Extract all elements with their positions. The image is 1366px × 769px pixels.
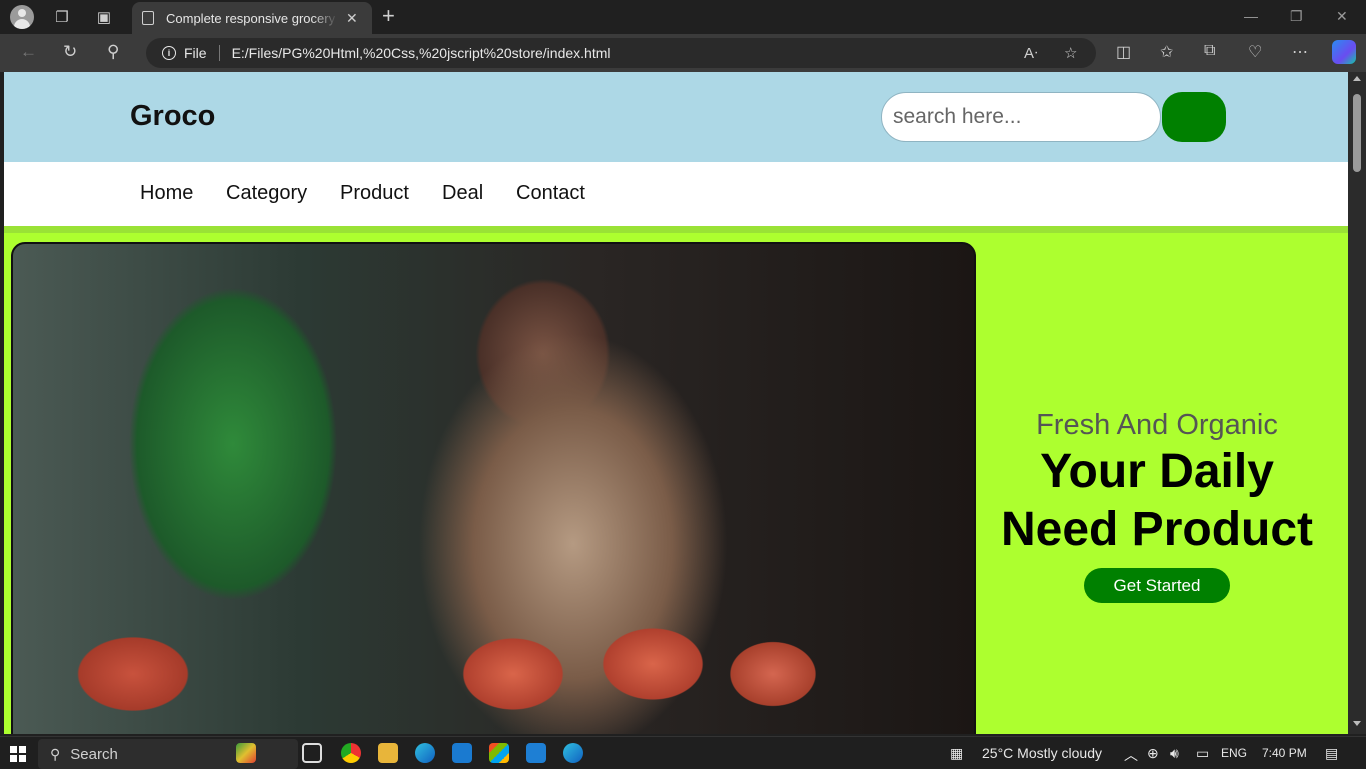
address-scheme-label: File (184, 45, 207, 61)
address-url[interactable]: E:/Files/PG%20Html,%20Css,%20jscript%20s… (232, 45, 611, 61)
favorites-icon[interactable]: ✩ (1160, 42, 1173, 62)
scrollbar-thumb[interactable] (1353, 94, 1361, 172)
page-viewport: Groco Home Category Product Deal Contact… (4, 72, 1348, 734)
edge-icon[interactable] (415, 743, 435, 763)
nav-category[interactable]: Category (226, 182, 307, 205)
taskbar-search-icon: ⚲ (50, 745, 61, 762)
edge-active-icon[interactable] (563, 743, 583, 763)
more-menu-icon[interactable]: ⋯ (1292, 42, 1308, 62)
tab-title: Complete responsive grocery website (166, 10, 338, 26)
search-icon[interactable]: ⚲ (107, 42, 119, 62)
nav-product[interactable]: Product (340, 182, 409, 205)
network-icon[interactable]: ⊕ (1147, 745, 1159, 762)
close-window-icon[interactable]: ✕ (1336, 8, 1348, 25)
weather-icon[interactable]: ▦ (950, 745, 963, 762)
site-logo[interactable]: Groco (130, 100, 215, 133)
hero-subtitle: Fresh And Organic (1036, 409, 1278, 441)
hero-image (11, 242, 976, 734)
task-view-icon[interactable] (302, 743, 322, 763)
close-tab-icon[interactable]: ✕ (346, 10, 358, 27)
vertical-tabs-icon[interactable]: ▣ (93, 6, 115, 28)
show-hidden-icons-icon[interactable]: ︿ (1124, 745, 1138, 765)
page-scrollbar[interactable] (1348, 72, 1366, 734)
browser-tab[interactable]: Complete responsive grocery website ✕ (132, 2, 372, 34)
browser-essentials-icon[interactable]: ♡ (1248, 42, 1262, 62)
get-started-button[interactable]: Get Started (1084, 568, 1230, 603)
scroll-up-icon[interactable] (1353, 76, 1361, 81)
minimize-icon[interactable]: — (1244, 8, 1258, 24)
favorite-star-icon[interactable]: ☆ (1064, 44, 1077, 62)
site-header: Groco (4, 72, 1348, 162)
new-tab-button[interactable]: + (382, 5, 395, 27)
address-bar[interactable]: i File E:/Files/PG%20Html,%20Css,%20jscr… (146, 38, 1096, 68)
mail-icon[interactable] (452, 743, 472, 763)
browser-toolbar: ← ↻ ⚲ i File E:/Files/PG%20Html,%20Css,%… (0, 34, 1366, 72)
main-nav: Home Category Product Deal Contact (4, 162, 1348, 226)
nav-deal[interactable]: Deal (442, 182, 483, 205)
back-icon[interactable]: ← (20, 42, 37, 62)
nav-contact[interactable]: Contact (516, 182, 585, 205)
refresh-icon[interactable]: ↻ (63, 42, 77, 62)
widgets-icon[interactable] (236, 743, 256, 763)
restore-icon[interactable]: ❐ (1290, 8, 1303, 25)
profile-avatar[interactable] (10, 5, 34, 29)
weather-status[interactable]: 25°C Mostly cloudy (982, 745, 1102, 761)
notifications-icon[interactable]: ▤ (1325, 745, 1338, 762)
info-icon[interactable]: i (162, 46, 176, 60)
store-icon[interactable] (489, 743, 509, 763)
taskbar-search-label: Search (70, 745, 118, 763)
nav-home[interactable]: Home (140, 182, 193, 205)
page-icon (142, 11, 154, 25)
search-button[interactable] (1162, 92, 1226, 142)
clock[interactable]: 7:40 PM (1262, 746, 1307, 760)
split-screen-icon[interactable]: ◫ (1116, 42, 1131, 62)
hero-title-line-2: Need Product (1000, 503, 1314, 556)
scroll-down-icon[interactable] (1353, 721, 1361, 726)
hero-title: Your Daily Need Product (976, 443, 1338, 559)
workspaces-icon[interactable]: ❐ (51, 6, 73, 28)
windows-taskbar: ⚲ Search ▦ 25°C Mostly cloudy ︿ ⊕ 🔊︎ ▭ E… (0, 736, 1366, 769)
collections-icon[interactable]: ⧉ (1204, 42, 1215, 60)
read-aloud-icon[interactable]: Aᐧ (1024, 44, 1038, 62)
battery-icon[interactable]: ▭ (1196, 745, 1209, 762)
hero-copy: Fresh And Organic Your Daily Need Produc… (976, 233, 1348, 734)
search-input[interactable] (881, 92, 1161, 142)
address-divider (218, 45, 220, 61)
language-indicator[interactable]: ENG (1221, 746, 1247, 760)
volume-icon[interactable]: 🔊︎ (1170, 745, 1179, 762)
copilot-icon[interactable] (1332, 40, 1356, 64)
windows-start-icon[interactable] (10, 746, 26, 762)
vscode-icon[interactable] (526, 743, 546, 763)
taskbar-search[interactable]: ⚲ Search (38, 739, 298, 769)
file-explorer-icon[interactable] (378, 743, 398, 763)
hero-section: Fresh And Organic Your Daily Need Produc… (4, 226, 1348, 734)
hero-title-line-1: Your Daily (1040, 445, 1274, 498)
chrome-icon[interactable] (341, 743, 361, 763)
browser-tab-bar: ❐ ▣ Complete responsive grocery website … (0, 0, 1366, 34)
